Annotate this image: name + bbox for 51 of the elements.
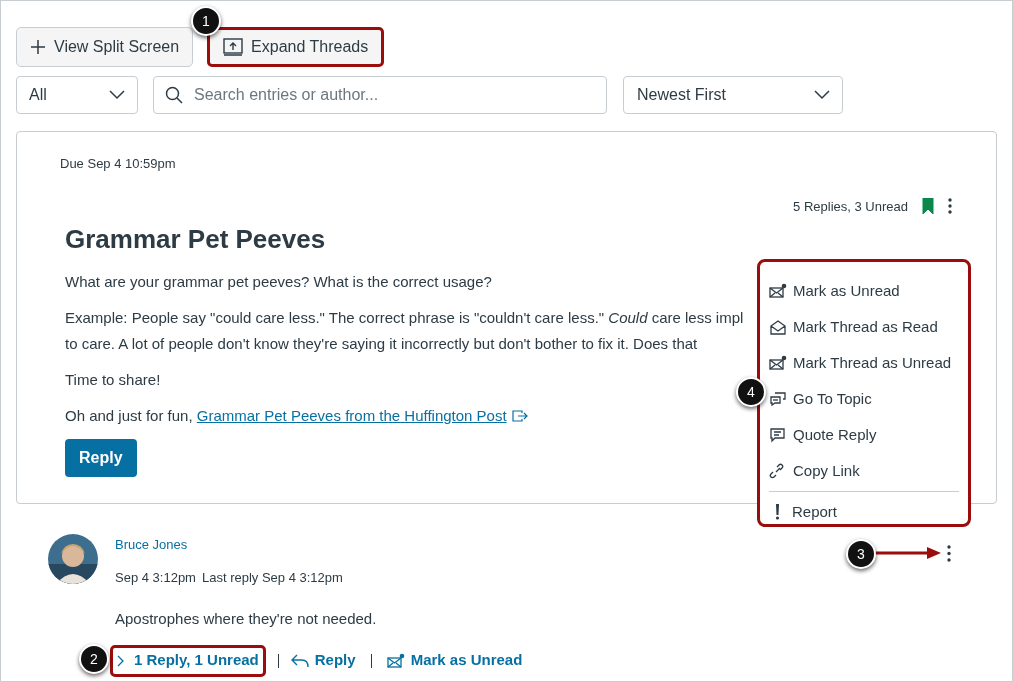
envelope-dot-icon [769, 283, 787, 299]
menu-item[interactable]: Copy Link [769, 455, 860, 487]
sort-select[interactable]: Newest First [623, 76, 843, 114]
filter-select[interactable]: All [16, 76, 138, 114]
menu-item[interactable]: Mark as Unread [769, 275, 900, 307]
callout-number: 4 [736, 377, 766, 407]
topic-title: Grammar Pet Peeves [65, 223, 326, 256]
reply-count: 5 Replies, 3 Unread [793, 197, 908, 216]
replies-toggle[interactable]: 1 Reply, 1 Unread [110, 644, 266, 677]
callout-number: 3 [846, 539, 876, 569]
menu-item[interactable]: Mark Thread as Unread [769, 347, 952, 379]
menu-item[interactable]: Mark Thread as Read [769, 311, 938, 343]
paragraph: What are your grammar pet peeves? What is the correct usage? [65, 272, 492, 292]
external-link-icon [511, 410, 528, 422]
menu-item[interactable]: Quote Reply [769, 419, 877, 451]
paragraph: Example: People say "could care less." The correct phrase is "couldn't care less." Could care less impl to care. A lot of people don't know they're saying it incorrectly but don't bother to fix it. Does that [65, 308, 744, 354]
due-date: Due Sep 4 10:59pm [60, 155, 176, 173]
expand-icon [223, 38, 244, 56]
view-split-screen-button[interactable]: View Split Screen [16, 27, 194, 67]
chat-bubbles-icon [769, 391, 787, 407]
callout-number: 2 [79, 644, 109, 674]
menu-item[interactable]: Report [769, 496, 838, 528]
speech-bubble-icon [769, 427, 787, 443]
search-field[interactable]: Search entries or author... [153, 76, 607, 114]
reply-arrow-icon [290, 653, 309, 668]
expand-threads-button[interactable]: Expand Threads [207, 27, 385, 67]
chevron-right-icon [117, 654, 124, 667]
chevron-down-icon [814, 90, 830, 100]
mark-unread-link[interactable]: Mark as Unread [386, 649, 523, 672]
reply-button[interactable]: Reply [65, 439, 137, 477]
more-options-icon[interactable] [948, 198, 952, 215]
envelope-dot-icon [386, 652, 405, 669]
last-reply-date: Last reply Sep 4 3:12pm [201, 568, 343, 587]
more-options-icon[interactable] [947, 545, 951, 562]
open-envelope-icon [769, 319, 787, 335]
envelope-dot-icon [769, 355, 787, 371]
bookmark-icon[interactable] [922, 198, 934, 215]
exclamation-icon [775, 504, 780, 520]
reply-link[interactable]: Reply [290, 649, 356, 672]
post-date: Sep 4 3:12pm [115, 568, 196, 587]
huffington-post-link[interactable]: Grammar Pet Peeves from the Huffington Post [196, 403, 507, 429]
callout-number: 1 [191, 6, 221, 36]
paragraph: Oh and just for fun, Grammar Pet Peeves from the Huffington Post [65, 403, 528, 429]
entry-message: Apostrophes where they're not needed. [115, 609, 377, 629]
plus-icon [30, 39, 46, 55]
paragraph: Time to share! [65, 370, 161, 390]
menu-item[interactable]: Go To Topic [769, 383, 872, 415]
author-name[interactable]: Bruce Jones [115, 535, 188, 555]
search-icon [165, 86, 183, 104]
chevron-down-icon [109, 90, 125, 100]
callout-arrow [875, 547, 941, 559]
